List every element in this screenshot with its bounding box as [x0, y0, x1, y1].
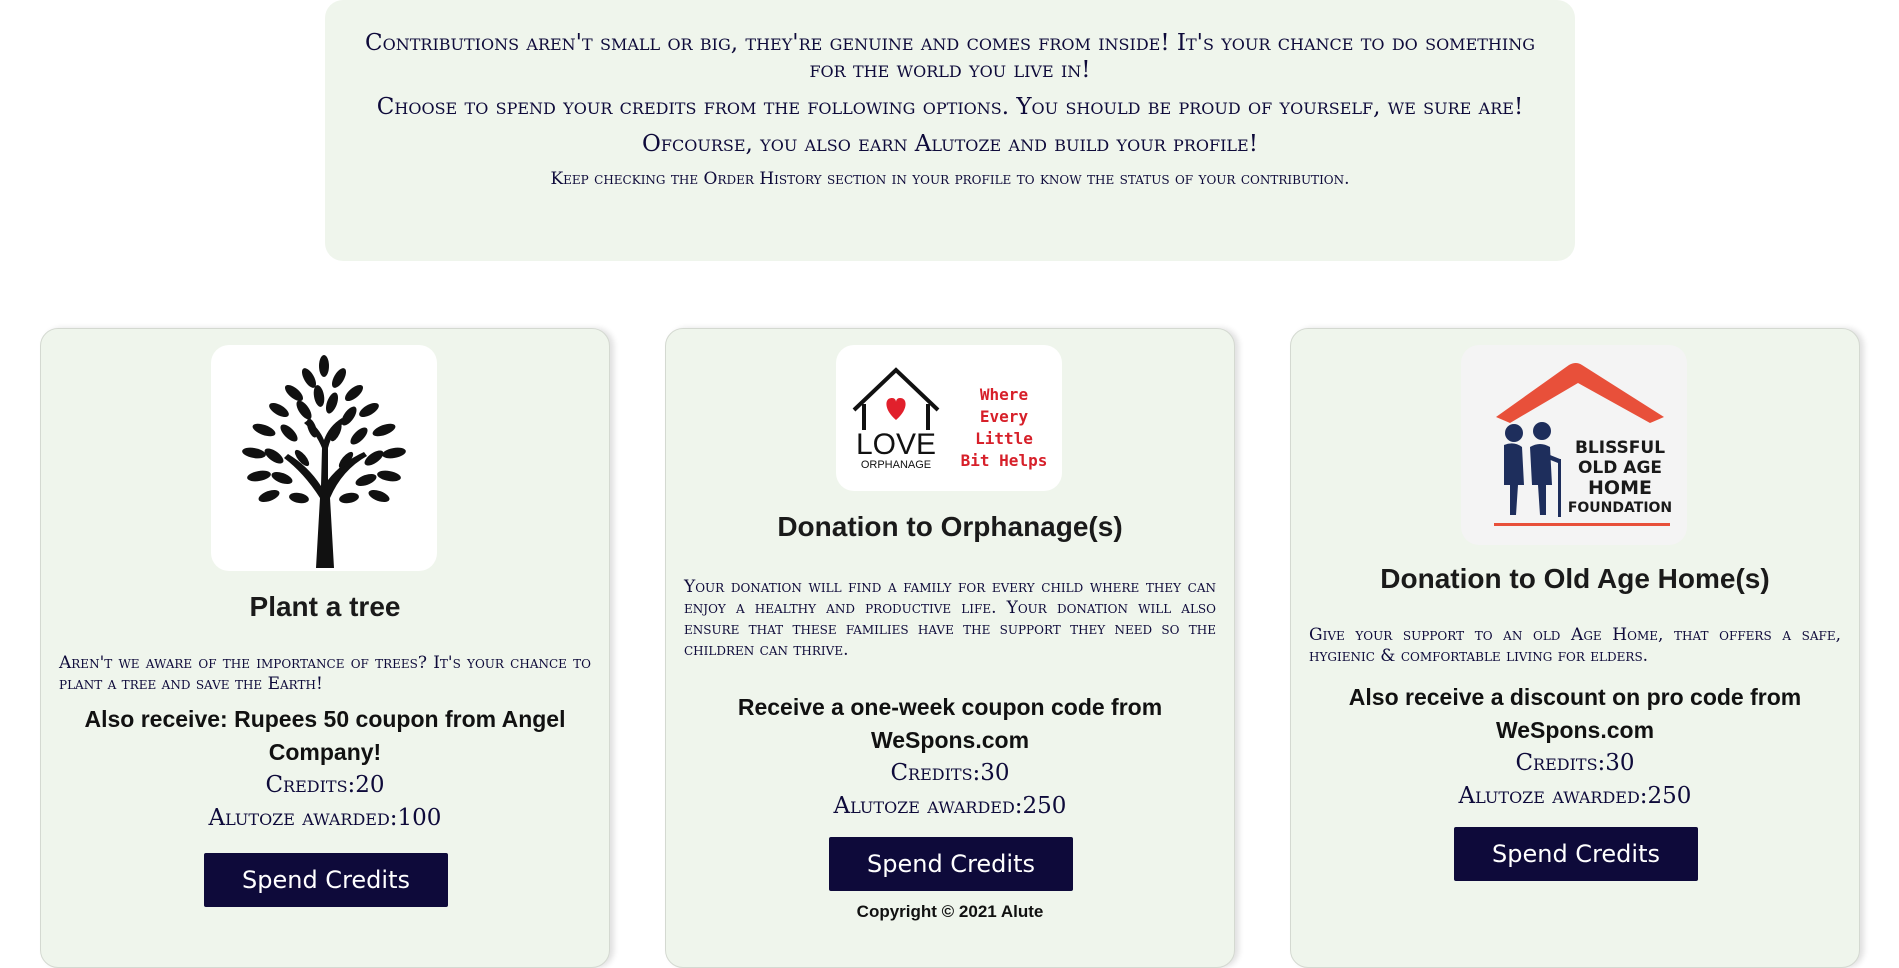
intro-line-1: Contributions aren't small or big, they'…	[365, 30, 1535, 83]
elderly-couple-icon	[1504, 422, 1561, 517]
card-alutoze: Alutoze awarded:250	[1458, 783, 1692, 809]
logo-word: LOVE	[856, 428, 936, 461]
old-age-home-logo: BLISSFUL OLD AGE HOME FOUNDATION	[1494, 363, 1672, 526]
card-credits: Credits:20	[265, 772, 385, 798]
logo-tagline-3: Little	[975, 429, 1033, 448]
intro-banner: Contributions aren't small or big, they'…	[325, 0, 1575, 261]
card-description: Give your support to an old Age Home, th…	[1309, 625, 1841, 666]
logo-text-4: FOUNDATION	[1568, 500, 1672, 516]
card-bonus: Also receive: Rupees 50 coupon from Ange…	[84, 706, 566, 765]
intro-line-3: Ofcourse, you also earn Alutoze and buil…	[642, 131, 1258, 157]
card-plant-tree: Plant a tree Aren't we aware of the impo…	[40, 328, 610, 968]
heart-icon	[886, 398, 906, 420]
card-credits: Credits:30	[1515, 750, 1635, 776]
card-title: Plant a tree	[249, 591, 401, 622]
card-old-age-home: BLISSFUL OLD AGE HOME FOUNDATION Donatio…	[1290, 328, 1860, 968]
old-age-home-logo-box: BLISSFUL OLD AGE HOME FOUNDATION	[1461, 345, 1687, 545]
love-orphanage-logo: LOVE ORPHANAGE Where Every Little Bit He…	[852, 367, 1048, 471]
card-title: Donation to Orphanage(s)	[777, 511, 1123, 542]
orphanage-logo: LOVE ORPHANAGE Where Every Little Bit He…	[836, 345, 1062, 491]
tree-logo	[211, 345, 437, 571]
logo-sub: ORPHANAGE	[861, 459, 931, 471]
card-orphanage: LOVE ORPHANAGE Where Every Little Bit He…	[665, 328, 1235, 968]
logo-text-1: BLISSFUL	[1575, 438, 1665, 458]
intro-line-2: Choose to spend your credits from the fo…	[376, 94, 1524, 120]
card-description: Your donation will find a family for eve…	[684, 577, 1216, 660]
card-title: Donation to Old Age Home(s)	[1380, 563, 1770, 594]
logo-tagline-1: Where	[980, 385, 1028, 404]
card-description: Aren't we aware of the importance of tre…	[59, 653, 591, 694]
logo-text-3: HOME	[1588, 477, 1652, 499]
logo-tagline-4: Bit Helps	[961, 451, 1048, 470]
spend-credits-button[interactable]: Spend Credits	[1454, 827, 1698, 881]
intro-line-4: Keep checking the Order History section …	[550, 169, 1350, 189]
card-bonus: Receive a one-week coupon code from WeSp…	[737, 694, 1163, 753]
logo-text-2: OLD AGE	[1578, 458, 1662, 478]
roof-icon	[1496, 363, 1664, 423]
spend-credits-button[interactable]: Spend Credits	[829, 837, 1073, 891]
logo-tagline-2: Every	[980, 407, 1029, 426]
copyright-text: Copyright © 2021 Alute	[856, 902, 1044, 921]
tree-icon	[242, 355, 406, 568]
card-alutoze: Alutoze awarded:100	[208, 805, 442, 831]
card-credits: Credits:30	[890, 760, 1010, 786]
card-alutoze: Alutoze awarded:250	[833, 793, 1067, 819]
spend-credits-button[interactable]: Spend Credits	[204, 853, 448, 907]
card-bonus: Also receive a discount on pro code from…	[1348, 684, 1802, 743]
